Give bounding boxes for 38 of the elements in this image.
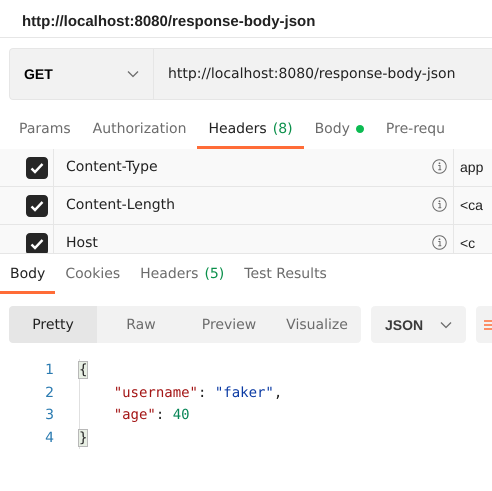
brace: { <box>78 361 88 380</box>
checkbox[interactable] <box>26 157 48 179</box>
line-number: 2 <box>44 384 54 401</box>
check-icon <box>30 200 44 212</box>
response-tab[interactable]: Cookies <box>55 266 130 294</box>
request-tab[interactable]: Authorization <box>82 121 198 149</box>
request-tab[interactable]: Params <box>9 121 82 149</box>
line-number: 1 <box>44 362 54 378</box>
header-key: Content-Length <box>66 197 176 213</box>
checkbox[interactable] <box>26 195 48 217</box>
info-icon[interactable] <box>432 197 447 212</box>
response-tab[interactable]: Test Results <box>234 266 337 294</box>
check-icon <box>30 162 44 174</box>
view-mode-button[interactable]: Pretty <box>9 306 97 343</box>
line-number: 4 <box>44 430 54 446</box>
header-value: <ca <box>460 197 483 213</box>
header-value: app <box>460 159 484 175</box>
check-icon <box>30 238 44 250</box>
line-number: 3 <box>44 407 54 424</box>
request-tab[interactable]: Body <box>304 121 375 149</box>
response-tab[interactable]: Headers (5) <box>130 266 234 294</box>
header-value: <c <box>460 235 476 251</box>
response-tab[interactable]: Body <box>0 266 56 294</box>
header-key: Content-Type <box>66 159 158 175</box>
brace: } <box>78 428 88 447</box>
info-icon[interactable] <box>432 235 447 250</box>
header-key: Host <box>66 235 98 251</box>
request-title: http://localhost:8080/response-body-json <box>0 0 492 38</box>
code-line: "username": "faker", <box>79 382 492 404</box>
checkbox[interactable] <box>26 233 48 253</box>
view-mode-button[interactable]: Preview <box>185 306 273 343</box>
request-tab[interactable]: Pre-requ <box>374 121 456 149</box>
format-dropdown[interactable]: JSON <box>371 306 466 343</box>
info-icon[interactable] <box>432 159 447 174</box>
chevron-icon <box>440 320 452 328</box>
view-mode-button[interactable]: Raw <box>97 306 185 343</box>
view-mode-button[interactable]: Visualize <box>273 306 361 343</box>
code-line: "age": 40 <box>79 404 492 426</box>
